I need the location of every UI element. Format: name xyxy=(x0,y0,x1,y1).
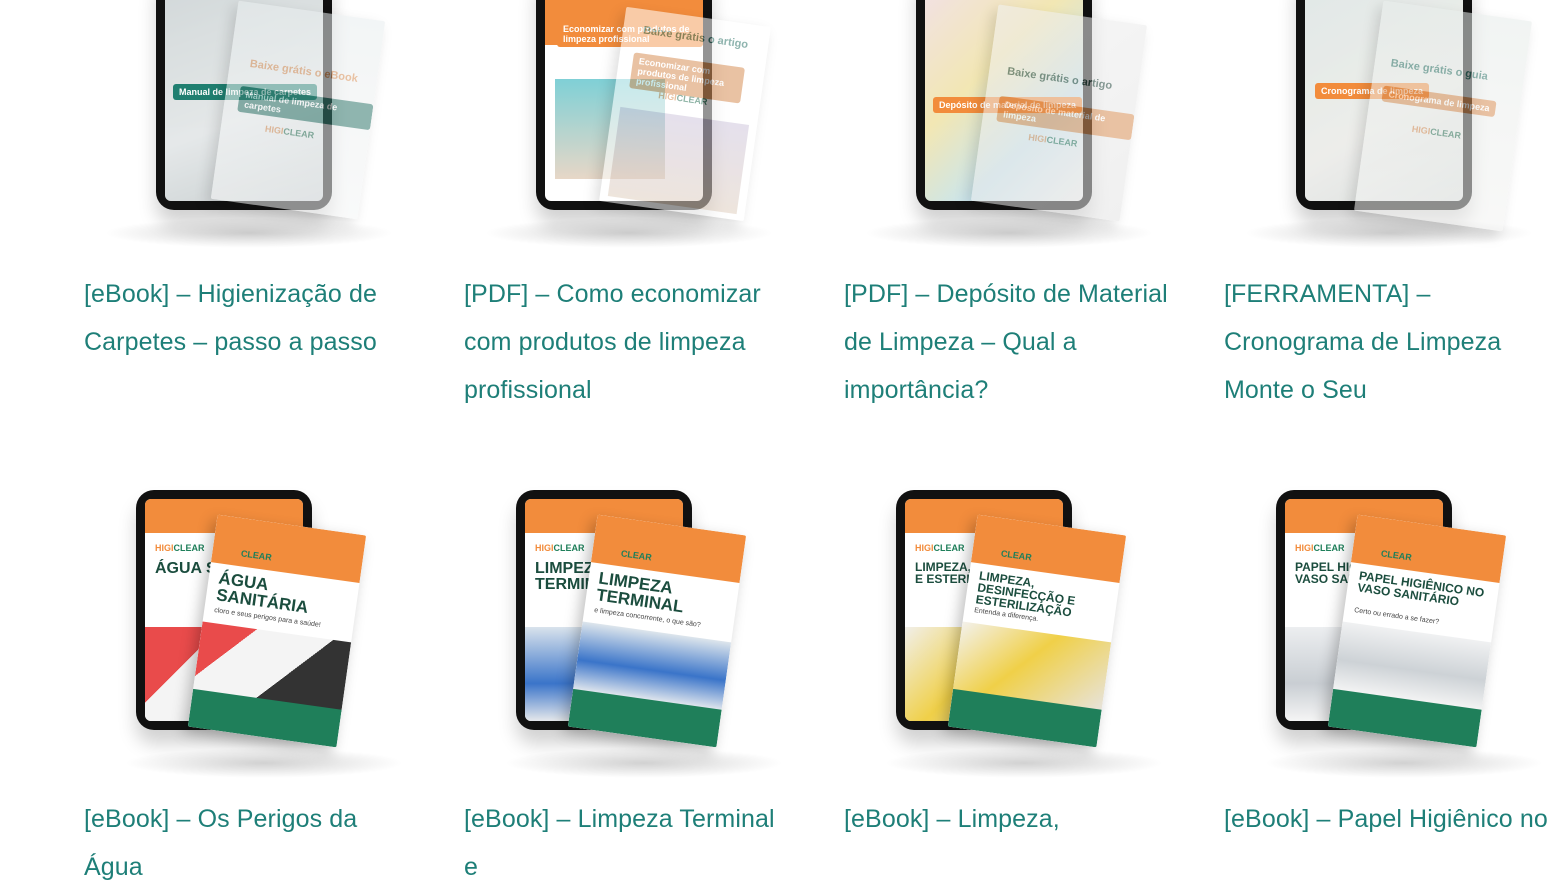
ebook-cover-image[interactable]: HIGICLEAR Papel Higiênico no Vaso Sanitá… xyxy=(1224,480,1546,780)
brand-logo: HIGICLEAR xyxy=(155,543,205,553)
brand-logo: HIGICLEAR xyxy=(1411,123,1462,141)
ebook-cover-image[interactable]: HIGICLEAR Limpeza Terminal HIGICLEAR Lim… xyxy=(464,480,786,780)
brand-logo: HIGICLEAR xyxy=(1295,543,1345,553)
cover-headline: Baixe grátis o guia xyxy=(1390,57,1489,83)
ebook-cover-image[interactable]: Cronograma de limpeza Baixe grátis o gui… xyxy=(1224,0,1546,250)
cover-subtitle: Manual de limpeza de carpetes xyxy=(237,85,374,131)
brand-logo: HIGICLEAR xyxy=(915,543,965,553)
brand-logo: HIGICLEAR xyxy=(1027,132,1079,149)
ebook-cover-image[interactable]: Manual de limpeza de carpetes Baixe grát… xyxy=(84,0,406,250)
ebook-title-link[interactable]: [eBook] – Higienização de Carpetes – pas… xyxy=(84,270,414,366)
ebook-title-link[interactable]: [eBook] – Papel Higiênico no xyxy=(1224,795,1552,843)
brand-logo: HIGICLEAR xyxy=(264,123,315,141)
ebook-cover-image[interactable]: HIGICLEAR Água Sanitária HIGICLEAR Água … xyxy=(84,480,406,780)
ebook-title-link[interactable]: [eBook] – Limpeza, xyxy=(844,795,1174,843)
ebook-title-link[interactable]: [FERRAMENTA] – Cronograma de Limpeza Mon… xyxy=(1224,270,1552,414)
ebook-title-link[interactable]: [PDF] – Como economizar com produtos de … xyxy=(464,270,794,414)
cover-subtitle: Certo ou errado a se fazer? xyxy=(1353,607,1440,626)
ebook-title-link[interactable]: [eBook] – Os Perigos da Água xyxy=(84,795,414,891)
ebook-title-link[interactable]: [PDF] – Depósito de Material de Limpeza … xyxy=(844,270,1174,414)
ebook-cover-image[interactable]: Depósito de material de limpeza Baixe gr… xyxy=(844,0,1166,250)
cover-headline: Baixe grátis o eBook xyxy=(249,57,359,85)
ebook-title-link[interactable]: [eBook] – Limpeza Terminal e xyxy=(464,795,794,891)
cover-headline: Baixe grátis o artigo xyxy=(642,24,749,52)
brand-logo: HIGICLEAR xyxy=(535,543,585,553)
cover-subtitle: Depósito de material de limpeza xyxy=(996,95,1135,141)
ebook-cover-image[interactable]: Economizar com produtos de limpeza profi… xyxy=(464,0,786,250)
ebook-grid: Manual de limpeza de carpetes Baixe grát… xyxy=(0,0,1552,881)
cover-headline: Baixe grátis o artigo xyxy=(1006,65,1113,93)
ebook-cover-image[interactable]: HIGICLEAR Limpeza, Desinfecção e Esteril… xyxy=(844,480,1166,780)
cover-subtitle: Cronograma de limpeza xyxy=(1381,85,1497,118)
